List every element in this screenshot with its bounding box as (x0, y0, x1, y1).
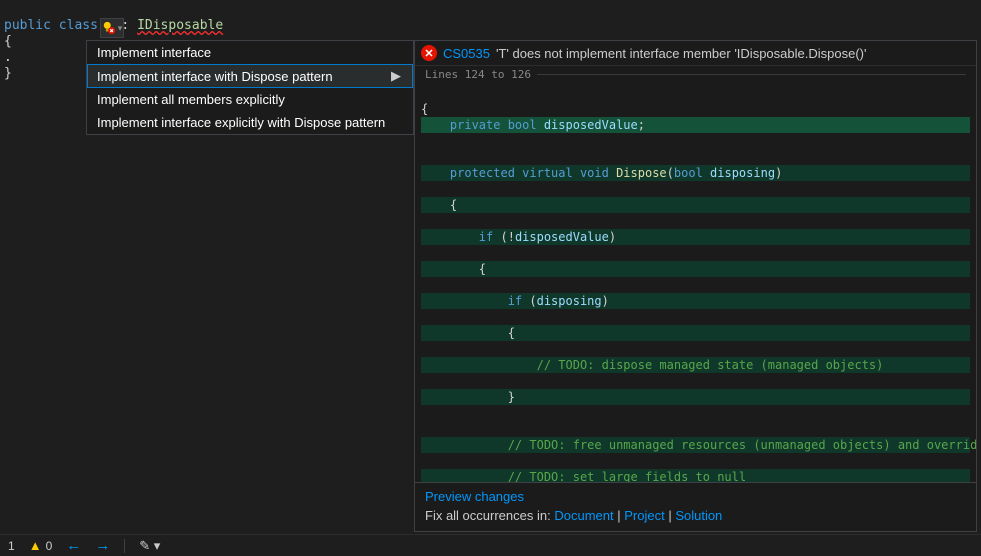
preview-header: ✕ CS0535 'T' does not implement interfac… (415, 41, 976, 66)
fix-solution-link[interactable]: Solution (675, 508, 722, 523)
warning-icon: ▲ (29, 538, 42, 553)
qa-label: Implement interface explicitly with Disp… (97, 115, 385, 130)
preview-footer: Preview changes Fix all occurrences in: … (415, 482, 976, 531)
error-icon: ✕ (421, 45, 437, 61)
submenu-expand-icon: ▶ (389, 68, 403, 84)
preview-changes-link[interactable]: Preview changes (425, 489, 524, 504)
error-code: CS0535 (443, 46, 490, 61)
qa-label: Implement interface with Dispose pattern (97, 69, 333, 84)
code-preview: { private bool disposedValue; protected … (415, 83, 976, 482)
lightbulb-button[interactable]: ▾ (100, 18, 124, 38)
nav-forward-button[interactable]: → (95, 537, 110, 554)
qa-implement-interface[interactable]: Implement interface (87, 41, 413, 64)
chevron-down-icon: ▾ (118, 23, 123, 34)
error-message: 'T' does not implement interface member … (496, 46, 866, 61)
fix-all-label: Fix all occurrences in: (425, 508, 551, 523)
fix-project-link[interactable]: Project (624, 508, 664, 523)
qa-implement-explicitly-dispose[interactable]: Implement interface explicitly with Disp… (87, 111, 413, 134)
qa-label: Implement interface (97, 45, 211, 60)
qa-implement-dispose-pattern[interactable]: Implement interface with Dispose pattern… (87, 64, 413, 88)
lines-range: Lines 124 to 126 (415, 66, 976, 83)
nav-back-button[interactable]: ← (66, 537, 81, 554)
lightbulb-error-icon (102, 21, 116, 35)
divider (124, 539, 125, 553)
status-bar: 1 ▲ 0 ← → ✎ ▾ (0, 534, 981, 556)
issue-count[interactable]: 1 (8, 539, 15, 553)
edit-icon[interactable]: ✎ ▾ (139, 538, 160, 554)
fix-document-link[interactable]: Document (554, 508, 613, 523)
qa-implement-explicitly[interactable]: Implement all members explicitly (87, 88, 413, 111)
quick-actions-menu: Implement interface Implement interface … (86, 40, 414, 135)
preview-pane: ✕ CS0535 'T' does not implement interfac… (414, 40, 977, 532)
warning-count[interactable]: ▲ 0 (29, 538, 53, 553)
qa-label: Implement all members explicitly (97, 92, 285, 107)
